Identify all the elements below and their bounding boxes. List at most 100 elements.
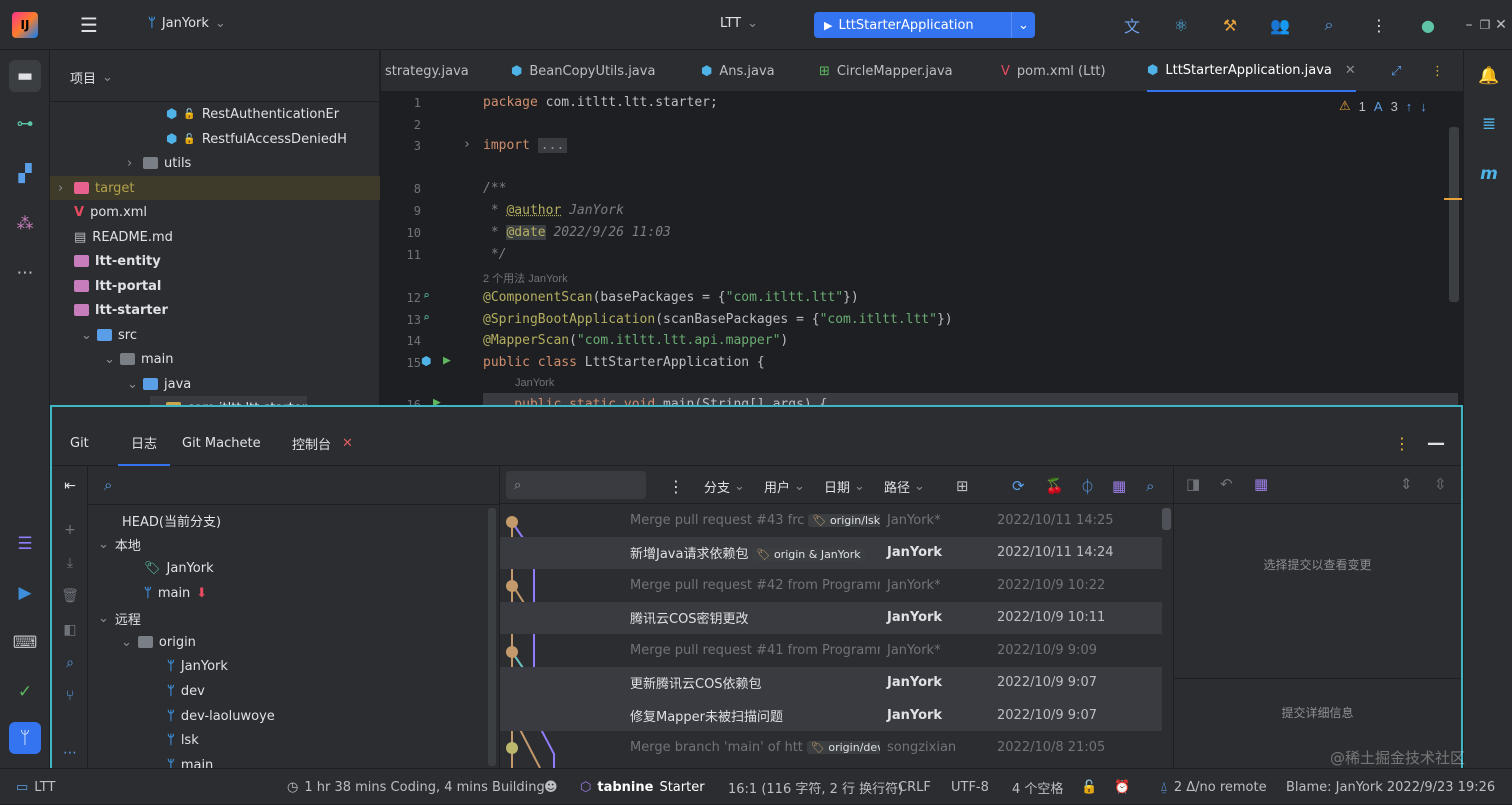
new-tab-icon[interactable]: ⊞ [956,475,969,497]
maximize-icon[interactable]: ⤢ [1391,50,1401,92]
line-separator[interactable]: CRLF [898,769,931,805]
search-icon[interactable]: ⌕ [1316,12,1342,38]
branch-tree-item[interactable]: ᛘ dev [167,679,205,703]
tree-item[interactable]: › target [50,176,380,200]
options-icon[interactable]: ⋮ [1394,420,1410,466]
status-dot-icon[interactable]: ● [1415,12,1441,38]
commit-tool-icon[interactable]: ⊶ [9,108,41,140]
expand-all-icon[interactable]: ⇕ [1400,475,1413,493]
path-filter[interactable]: 路径 ⌄ [884,475,925,497]
atom-icon[interactable]: ⚛ [1168,12,1194,38]
commit-row[interactable]: 腾讯云COS密钥更改 JanYork 2022/10/9 10:11 [500,601,1162,634]
branch-tree-item[interactable]: ⌄ 远程 [98,606,141,630]
tree-item[interactable]: ⌄ java [127,372,191,396]
restore-icon[interactable]: ❐ [1478,12,1492,38]
more-icon[interactable]: ⋯ [58,741,82,765]
revert-icon[interactable]: ↶ [1220,475,1233,493]
project-tool-icon[interactable]: ▬ [9,60,41,92]
terminal-tool-icon[interactable]: ⌨ [9,627,41,659]
search-icon[interactable]: ⌕ [58,651,82,675]
collapse-all-icon[interactable]: ⇳ [1434,475,1447,493]
alarm-icon[interactable]: ⏰ [1114,769,1130,805]
branch-tree-item[interactable]: ᛘ lsk [167,728,199,752]
git-remote-status[interactable]: ⍙ 2 Δ/no remote [1160,769,1267,805]
status-project[interactable]: ▭ LTT [16,769,55,805]
git-blame[interactable]: Blame: JanYork 2022/9/23 19:26 [1286,769,1495,805]
branch-filter[interactable]: 分支 ⌄ [704,475,745,497]
tree-item[interactable]: › utils [127,151,191,175]
editor-tab[interactable]: strategy.java [385,50,469,92]
branch-tree-item[interactable]: ᛘ dev-laoluwoye [167,704,275,728]
tree-item[interactable]: ltt-entity [58,249,161,273]
more-icon[interactable]: ⋮ [1366,12,1392,38]
diff-icon[interactable]: ◨ [1186,475,1200,493]
branches-scrollbar[interactable] [488,508,496,766]
run-config-button[interactable]: ▶ LttStarterApplication ⌄ [814,12,1035,38]
editor-tab[interactable]: ⬢ BeanCopyUtils.java [511,50,655,92]
tree-item[interactable]: ltt-starter [58,298,168,322]
editor-tab[interactable]: Vpom.xml (Ltt) [1001,50,1106,92]
tabnine-status[interactable]: ⬡ tabnine Starter [580,769,705,805]
user-filter[interactable]: 用户 ⌄ [764,475,805,497]
spring-bean-icon[interactable]: ⬢ [421,354,431,368]
structure-tool-icon[interactable]: ▞ [9,158,41,190]
collapse-panel-icon[interactable]: ⇤ [58,474,82,498]
date-filter[interactable]: 日期 ⌄ [824,475,865,497]
commit-row[interactable]: 新增Java请求依赖包 🏷 origin & JanYork JanYork 2022… [500,536,1162,569]
log-scrollbar[interactable] [1162,508,1171,530]
add-icon[interactable]: + [58,518,82,542]
close-tab-icon[interactable]: ✕ [342,420,353,466]
commit-node-icon[interactable]: ⏀ [1080,475,1095,497]
editor-tab[interactable]: ⬢ Ans.java [701,50,775,92]
notifications-icon[interactable]: 🔔 [1473,60,1505,92]
arrow-down-icon[interactable]: ↓ [1420,99,1427,114]
commit-row[interactable]: 更新腾讯云COS依赖包 JanYork 2022/10/9 9:07 [500,666,1162,699]
more-tools-icon[interactable]: ⋯ [9,257,41,289]
tools-icon[interactable]: ⚒ [1217,12,1243,38]
branch-tree-item[interactable]: 🏷 JanYork [144,556,214,580]
usage-hint[interactable]: 2 个用法 JanYork [483,270,568,286]
more-icon[interactable]: ⋮ [668,475,684,497]
author-hint[interactable]: JanYork [515,377,554,389]
unlock-icon[interactable]: 🔓 [1081,769,1097,805]
problems-tool-icon[interactable]: ✓ [9,676,41,708]
search-gutter-icon[interactable]: ⌕ [423,289,430,302]
project-view-selector[interactable]: 项目 ⌄ [70,68,113,87]
more-icon[interactable]: ⋮ [1431,50,1444,92]
branch-widget[interactable]: ᛘ JanYork ⌄ [148,16,226,31]
layout-icon[interactable]: ▦ [1112,475,1126,497]
branch-tree-item[interactable]: ⌄ origin [121,630,196,654]
translate-icon[interactable]: 文 [1119,12,1145,38]
branch-tree-item[interactable]: HEAD(当前分支) [98,508,221,532]
search-icon[interactable]: ⌕ [1146,475,1154,497]
branch-tree-item[interactable]: ⌄ 本地 [98,532,141,556]
tree-item[interactable]: ltt-portal [58,274,161,298]
editor-scrollbar[interactable] [1449,127,1459,302]
log-search-input[interactable]: ⌕ [506,471,646,499]
wakatime-status[interactable]: ◷ 1 hr 38 mins Coding, 4 mins Building [287,769,545,805]
close-icon[interactable]: ✕ [1494,12,1508,38]
file-encoding[interactable]: UTF-8 [951,769,989,805]
indent-setting[interactable]: 4 个空格 [1012,769,1063,805]
tab-log[interactable]: 日志 [118,420,170,466]
maven-icon[interactable]: m [1473,158,1505,190]
compare-icon[interactable]: ◧ [58,618,82,642]
caret-position[interactable]: 16:1 (116 字符, 2 行 换行符) [728,769,903,805]
tree-item[interactable]: ⌄ main [104,347,173,371]
project-widget[interactable]: LTT ⌄ [720,16,758,31]
commit-row[interactable]: Merge pull request #42 from Programme Jan… [500,569,1162,601]
fetch-icon[interactable]: ⤓ [58,551,82,575]
tab-git-machete[interactable]: Git Machete [182,420,261,466]
hide-panel-icon[interactable]: — [1427,420,1445,466]
arrow-up-icon[interactable]: ↑ [1406,99,1413,114]
editor-tab[interactable]: ⊞ CircleMapper.java [819,50,953,92]
code-editor[interactable]: ⚠ 1 A3 ↑ ↓ 1 package com.itltt.ltt.starte… [381,92,1463,412]
fold-chevron-icon[interactable]: › [463,137,471,152]
commit-row[interactable]: 修复Mapper未被扫描问题 JanYork 2022/10/9 9:07 [500,699,1162,731]
minimize-icon[interactable]: – [1462,12,1476,38]
close-icon[interactable]: ✕ [1345,63,1356,78]
tree-item[interactable]: ⌄ src [81,323,137,347]
todo-tool-icon[interactable]: ☰ [9,528,41,560]
tree-item[interactable]: ⬢ 🔓 RestfulAccessDeniedH [150,127,347,151]
delete-icon[interactable]: 🗑 [58,584,82,608]
